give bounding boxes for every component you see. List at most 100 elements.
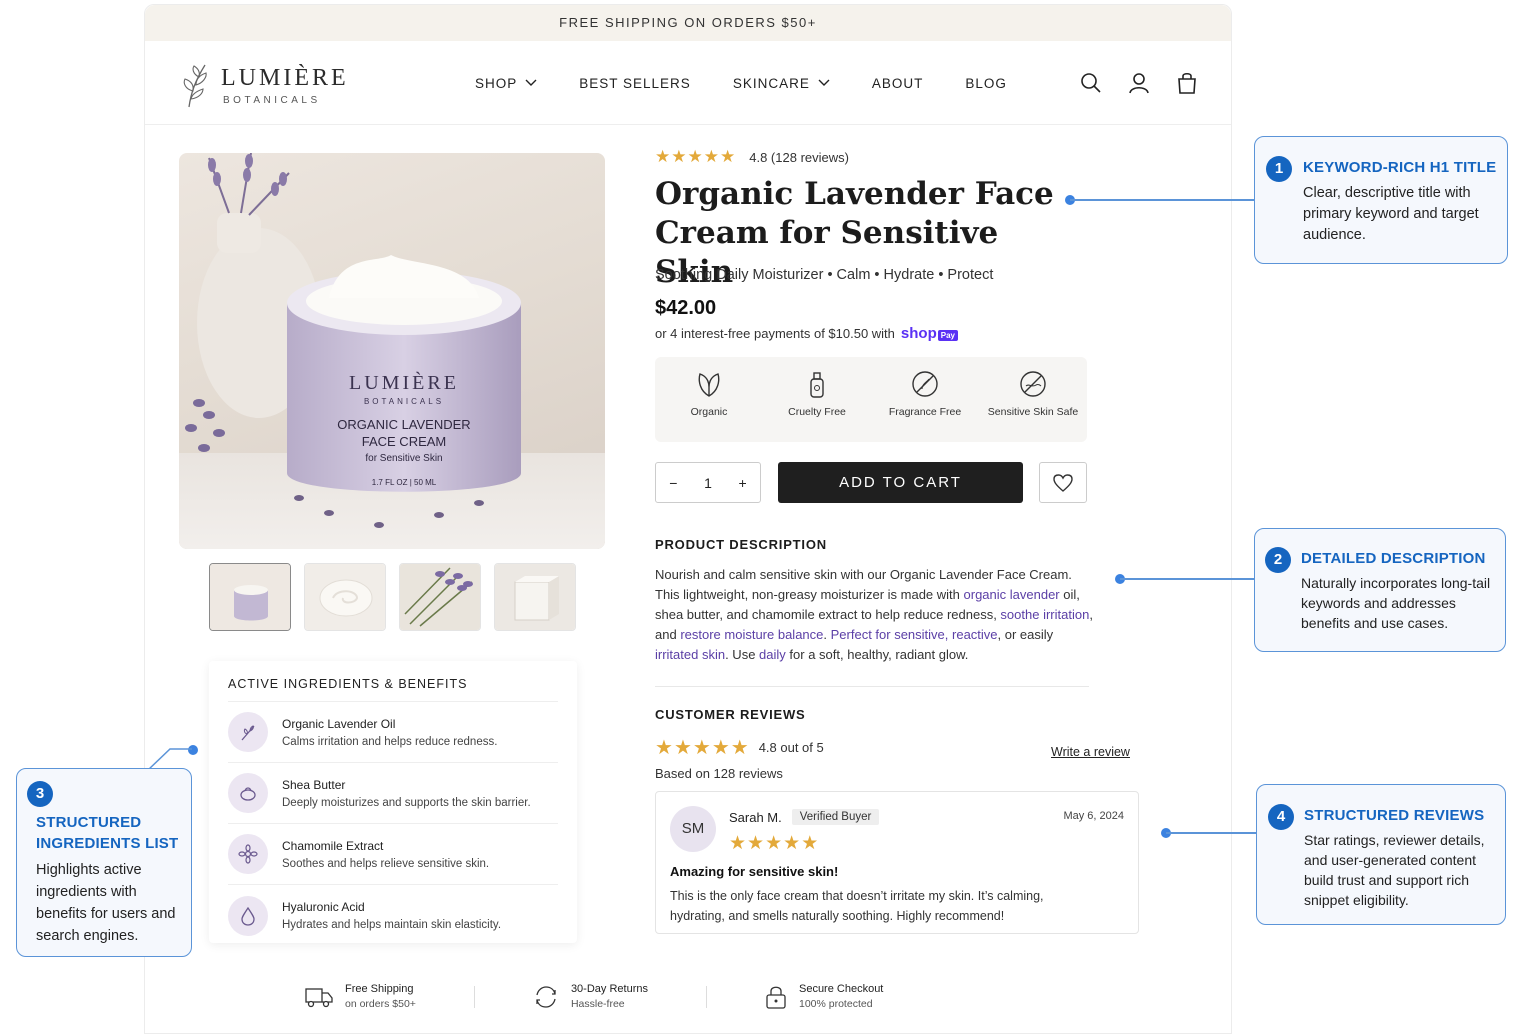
star-full-icon: ★ [801,833,820,854]
star-full-icon: ★ [765,833,784,854]
nav-label: SHOP [475,75,518,91]
reviewer-info: Sarah M. Verified Buyer [729,809,880,825]
verified-badge: Verified Buyer [791,809,880,825]
summary-stars: ★ ★ ★ ★ ★ [655,735,749,760]
badge-label: Organic [690,406,728,418]
ingredient-desc: Soothes and helps relieve sensitive skin… [282,857,490,870]
thumbnail-jar[interactable] [209,563,291,631]
reviews-summary: ★ ★ ★ ★ ★ 4.8 out of 5 [655,735,824,760]
annotation-body: Star ratings, reviewer details, and user… [1304,832,1485,908]
quantity-stepper: − 1 + [655,462,761,503]
brand-logo[interactable]: LUMIÈRE BOTANICALS [177,59,357,109]
annotation-number: 2 [1265,547,1291,573]
nav-skincare[interactable]: SKINCARE [733,76,830,91]
nav-label: BEST SELLERS [579,75,691,91]
sensitive-skin-icon [1020,371,1046,397]
ingredient-name: Organic Lavender Oil [282,716,396,731]
quantity-value[interactable]: 1 [704,475,712,491]
footer-title: 30-Day Returns [570,983,648,995]
write-review-link[interactable]: Write a review [1051,745,1130,759]
annotation-number: 3 [27,781,53,807]
divider [655,686,1089,687]
account-icon[interactable] [1127,71,1151,95]
nav-about[interactable]: ABOUT [872,76,924,91]
nav-label: SKINCARE [732,75,810,91]
no-fragrance-icon [912,371,938,397]
increase-button[interactable]: + [739,475,747,491]
droplet-icon [228,895,268,936]
keyword-highlight: organic lavender [963,587,1060,602]
annotation-body: Highlights active ingredients with benef… [36,862,176,944]
add-to-cart-button[interactable]: ADD TO CART [778,462,1023,503]
annotation-box-4: 4 STRUCTURED REVIEWS Star ratings, revie… [1256,784,1506,925]
ingredient-desc: Calms irritation and helps reduce rednes… [282,735,498,748]
rating-text: 4.8 (128 reviews) [749,149,849,165]
description-title: PRODUCT DESCRIPTION [655,537,827,552]
review-title: Amazing for sensitive skin! [670,864,839,879]
jar-brand: LUMIÈRE [349,371,459,394]
search-icon[interactable] [1079,71,1103,95]
nav-blog[interactable]: BLOG [965,76,1007,91]
star-full-icon: ★ [711,737,730,759]
star-full-icon: ★ [730,737,749,759]
reviewer-name: Sarah M. [729,809,782,825]
badge-organic: Organic [659,369,759,442]
product-price: $42.00 [655,297,717,319]
annotation-title: STRUCTURED REVIEWS [1304,807,1485,824]
ingredients-card: ACTIVE INGREDIENTS & BENEFITS Organic La… [209,661,577,943]
ingredient-item: Organic Lavender Oil Calms irritation and… [228,702,558,763]
nav-best-sellers[interactable]: BEST SELLERS [579,76,691,91]
annotation-line-4 [1166,832,1258,834]
header-actions [1079,71,1199,95]
star-full-icon: ★ [720,147,736,166]
star-full-icon: ★ [703,147,719,166]
reviews-title: CUSTOMER REVIEWS [655,707,806,722]
description-text: for a soft, healthy, radiant glow. [785,647,969,662]
installments-text: or 4 interest-free payments of $10.50 wi… [655,326,895,341]
star-full-icon: ★ [687,147,703,166]
nav-shop[interactable]: SHOP [475,76,537,91]
footer-sub: on orders $50+ [345,998,416,1010]
decrease-button[interactable]: − [669,475,677,491]
shop-pay-logo[interactable]: shop Pay [901,325,958,342]
ingredient-desc: Hydrates and helps maintain skin elastic… [282,919,502,931]
annotation-box-2: 2 DETAILED DESCRIPTION Naturally incorpo… [1254,528,1506,652]
ingredient-name: Hyaluronic Acid [282,900,365,914]
thumbnail-cream-texture[interactable] [304,563,386,631]
product-main-image[interactable]: LUMIÈRE BOTANICALS ORGANIC LAVENDER FACE… [179,153,605,549]
review-card: SM Sarah M. Verified Buyer May 6, 2024 ★… [655,791,1139,934]
annotation-body: Clear, descriptive title with primary ke… [1303,185,1479,243]
star-rating: ★ ★ ★ ★ ★ [655,147,735,167]
star-full-icon: ★ [729,833,748,854]
footer-sub: 100% protected [798,998,873,1010]
nav-label: ABOUT [871,75,924,91]
footer-separator [473,986,475,1008]
thumbnail-lavender[interactable] [399,563,481,631]
footer-free-shipping: Free Shipping on orders $50+ [305,982,416,1012]
jar-tag: for Sensitive Skin [365,453,442,464]
footer-title: Free Shipping [345,983,414,995]
product-rating[interactable]: ★ ★ ★ ★ ★ 4.8 (128 reviews) [655,147,849,167]
product-badges: Organic Cruelty Free Fragrance Free Sens… [655,357,1087,442]
thumbnail-gallery [209,563,576,631]
keyword-highlight: irritated skin [655,647,726,662]
brand-subname: BOTANICALS [223,95,321,106]
description-text: . Use [725,647,760,662]
installments-info: or 4 interest-free payments of $10.50 wi… [655,325,958,342]
heart-icon [1053,473,1073,492]
bag-icon[interactable] [1175,71,1199,95]
star-full-icon: ★ [671,147,687,166]
review-date: May 6, 2024 [1063,810,1124,822]
announcement-bar: FREE SHIPPING ON ORDERS $50+ [145,5,1231,41]
annotation-box-1: 1 KEYWORD-RICH H1 TITLE Clear, descripti… [1254,136,1508,264]
footer-separator [705,986,707,1008]
annotation-title: KEYWORD-RICH H1 TITLE [1303,159,1497,176]
star-full-icon: ★ [655,147,671,166]
flower-icon [228,834,268,874]
ingredients-title: ACTIVE INGREDIENTS & BENEFITS [228,677,558,702]
thumbnail-box[interactable] [494,563,576,631]
keyword-highlight: restore moisture balance [680,627,824,642]
wishlist-button[interactable] [1039,462,1087,503]
shop-pay-word: shop [900,325,937,342]
returns-icon [536,986,556,1008]
